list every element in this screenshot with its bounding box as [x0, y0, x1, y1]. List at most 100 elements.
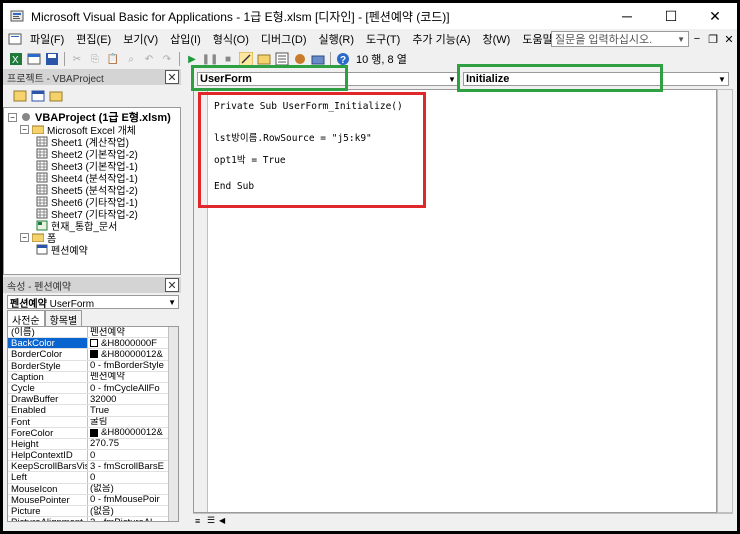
property-value-text: &H8000000F: [101, 338, 157, 349]
property-row[interactable]: MouseIcon (없음): [8, 483, 178, 495]
excel-view-icon[interactable]: X: [8, 51, 24, 67]
property-value[interactable]: 0: [88, 472, 178, 482]
property-row[interactable]: BackColor &H8000000F: [8, 338, 178, 350]
pane-splitter[interactable]: [183, 69, 191, 531]
property-value[interactable]: (없음): [88, 484, 178, 494]
property-row[interactable]: Left 0: [8, 472, 178, 484]
property-value[interactable]: 2 - fmPictureAl: [88, 517, 178, 521]
toggle-folders-icon[interactable]: [48, 88, 64, 104]
properties-scrollbar[interactable]: [168, 327, 178, 521]
full-module-view-icon[interactable]: ☰: [207, 515, 219, 526]
view-object-icon[interactable]: [30, 88, 46, 104]
highlight-object-combo: [191, 65, 348, 91]
menu-debug[interactable]: 디버그(D): [255, 31, 313, 47]
ask-question-input[interactable]: 질문을 입력하십시오. ▼: [551, 31, 689, 47]
minimize-button[interactable]: ─: [605, 3, 649, 29]
tree-item-userform[interactable]: 펜션예약: [36, 243, 88, 257]
property-name: Height: [8, 438, 88, 450]
property-row[interactable]: HelpContextID 0: [8, 450, 178, 462]
property-row[interactable]: Picture (없음): [8, 506, 178, 518]
collapse-icon[interactable]: −: [20, 232, 29, 242]
chevron-down-icon[interactable]: ▼: [716, 73, 728, 85]
find-icon[interactable]: ⌕: [123, 51, 139, 67]
property-row[interactable]: (이름) 펜션예약: [8, 327, 178, 339]
project-explorer-title: 프로젝트 - VBAProject: [7, 73, 104, 85]
property-value[interactable]: 0 - fmMousePoir: [88, 495, 178, 505]
mdi-close-button[interactable]: ✕: [721, 33, 737, 46]
highlight-code-block: [198, 92, 426, 208]
view-code-icon[interactable]: [12, 88, 28, 104]
property-row[interactable]: MousePointer 0 - fmMousePoir: [8, 494, 178, 506]
code-horizontal-scrollbar[interactable]: ≡ ☰ ◀: [193, 513, 733, 527]
menu-file[interactable]: 파일(F): [24, 31, 70, 47]
sheet-icon: [36, 184, 48, 195]
redo-icon[interactable]: ↷: [159, 51, 175, 67]
procedure-view-icon[interactable]: ≡: [195, 516, 207, 526]
property-name: BorderStyle: [8, 360, 88, 371]
property-row[interactable]: DrawBuffer 32000: [8, 394, 178, 406]
property-row[interactable]: Cycle 0 - fmCycleAllFo: [8, 382, 178, 395]
menu-run[interactable]: 실행(R): [313, 31, 361, 47]
close-button[interactable]: ✕: [693, 3, 737, 29]
chevron-down-icon[interactable]: ▼: [168, 298, 178, 307]
cut-icon[interactable]: ✂: [69, 51, 85, 67]
property-row[interactable]: Enabled True: [8, 405, 178, 417]
property-value[interactable]: 3 - fmScrollBarsE: [88, 461, 178, 471]
scroll-left-icon[interactable]: ◀: [219, 516, 231, 525]
property-row[interactable]: BorderStyle 0 - fmBorderStyle: [8, 360, 178, 372]
mdi-restore-button[interactable]: ❐: [705, 33, 721, 46]
property-value[interactable]: 굴림: [88, 417, 178, 427]
maximize-button[interactable]: ☐: [649, 3, 693, 29]
property-value[interactable]: 32000: [88, 394, 178, 404]
property-value[interactable]: True: [88, 405, 178, 415]
property-value[interactable]: (없음): [88, 506, 178, 516]
property-value[interactable]: &H8000000F: [88, 338, 178, 348]
property-row[interactable]: BorderColor &H80000012&: [8, 349, 178, 361]
property-row[interactable]: Font 굴림: [8, 416, 178, 428]
ask-question-placeholder: 질문을 입력하십시오.: [555, 34, 653, 46]
menu-format[interactable]: 형식(O): [207, 31, 255, 47]
userform-icon: [36, 244, 48, 255]
code-vertical-scrollbar[interactable]: [717, 89, 733, 513]
property-name: Enabled: [8, 405, 88, 416]
property-value[interactable]: 270.75: [88, 439, 178, 449]
undo-icon[interactable]: ↶: [141, 51, 157, 67]
menu-insert[interactable]: 삽입(I): [164, 31, 207, 47]
menu-window[interactable]: 창(W): [477, 31, 517, 47]
property-value[interactable]: &H80000012&: [88, 349, 178, 360]
property-row[interactable]: KeepScrollBarsVis 3 - fmScrollBarsE: [8, 461, 178, 473]
property-row[interactable]: Height 270.75: [8, 438, 178, 451]
close-icon[interactable]: ✕: [165, 278, 179, 292]
property-value[interactable]: 0 - fmBorderStyle: [88, 361, 178, 371]
collapse-icon[interactable]: −: [20, 124, 29, 134]
properties-object-select[interactable]: 펜션예약 UserForm ▼: [7, 295, 179, 310]
vba-editor-window: Microsoft Visual Basic for Applications …: [3, 3, 737, 531]
property-value[interactable]: 펜션예약: [88, 372, 178, 382]
insert-userform-icon[interactable]: [26, 51, 42, 67]
title-bar: Microsoft Visual Basic for Applications …: [3, 3, 737, 29]
property-row[interactable]: ForeColor &H80000012&: [8, 427, 178, 439]
property-name: BorderColor: [8, 349, 88, 360]
mdi-minimize-button[interactable]: −: [689, 33, 705, 45]
menu-tools[interactable]: 도구(T): [360, 31, 406, 47]
save-icon[interactable]: [44, 51, 60, 67]
property-name: BackColor: [8, 338, 88, 349]
copy-icon[interactable]: ⎘: [87, 51, 103, 67]
tab-alphabetic[interactable]: 사전순: [7, 310, 45, 327]
collapse-icon[interactable]: −: [8, 112, 17, 122]
window-title: Microsoft Visual Basic for Applications …: [31, 9, 450, 24]
close-icon[interactable]: ✕: [165, 70, 179, 84]
menu-addins[interactable]: 추가 기능(A): [406, 31, 476, 47]
property-value[interactable]: 0: [88, 450, 178, 460]
property-row[interactable]: PictureAlignment2 - fmPictureAl: [8, 517, 178, 521]
paste-icon[interactable]: 📋: [105, 51, 121, 67]
property-value[interactable]: 0 - fmCycleAllFo: [88, 383, 178, 393]
tab-categorized[interactable]: 항목별: [44, 310, 83, 327]
property-value[interactable]: &H80000012&: [88, 428, 178, 438]
menu-view[interactable]: 보기(V): [117, 31, 164, 47]
chevron-down-icon[interactable]: ▼: [677, 35, 685, 44]
property-value[interactable]: 펜션예약: [88, 327, 178, 337]
property-row[interactable]: Caption 펜션예약: [8, 371, 178, 383]
menu-edit[interactable]: 편집(E): [70, 31, 117, 47]
toolbar-separator: [330, 52, 331, 66]
